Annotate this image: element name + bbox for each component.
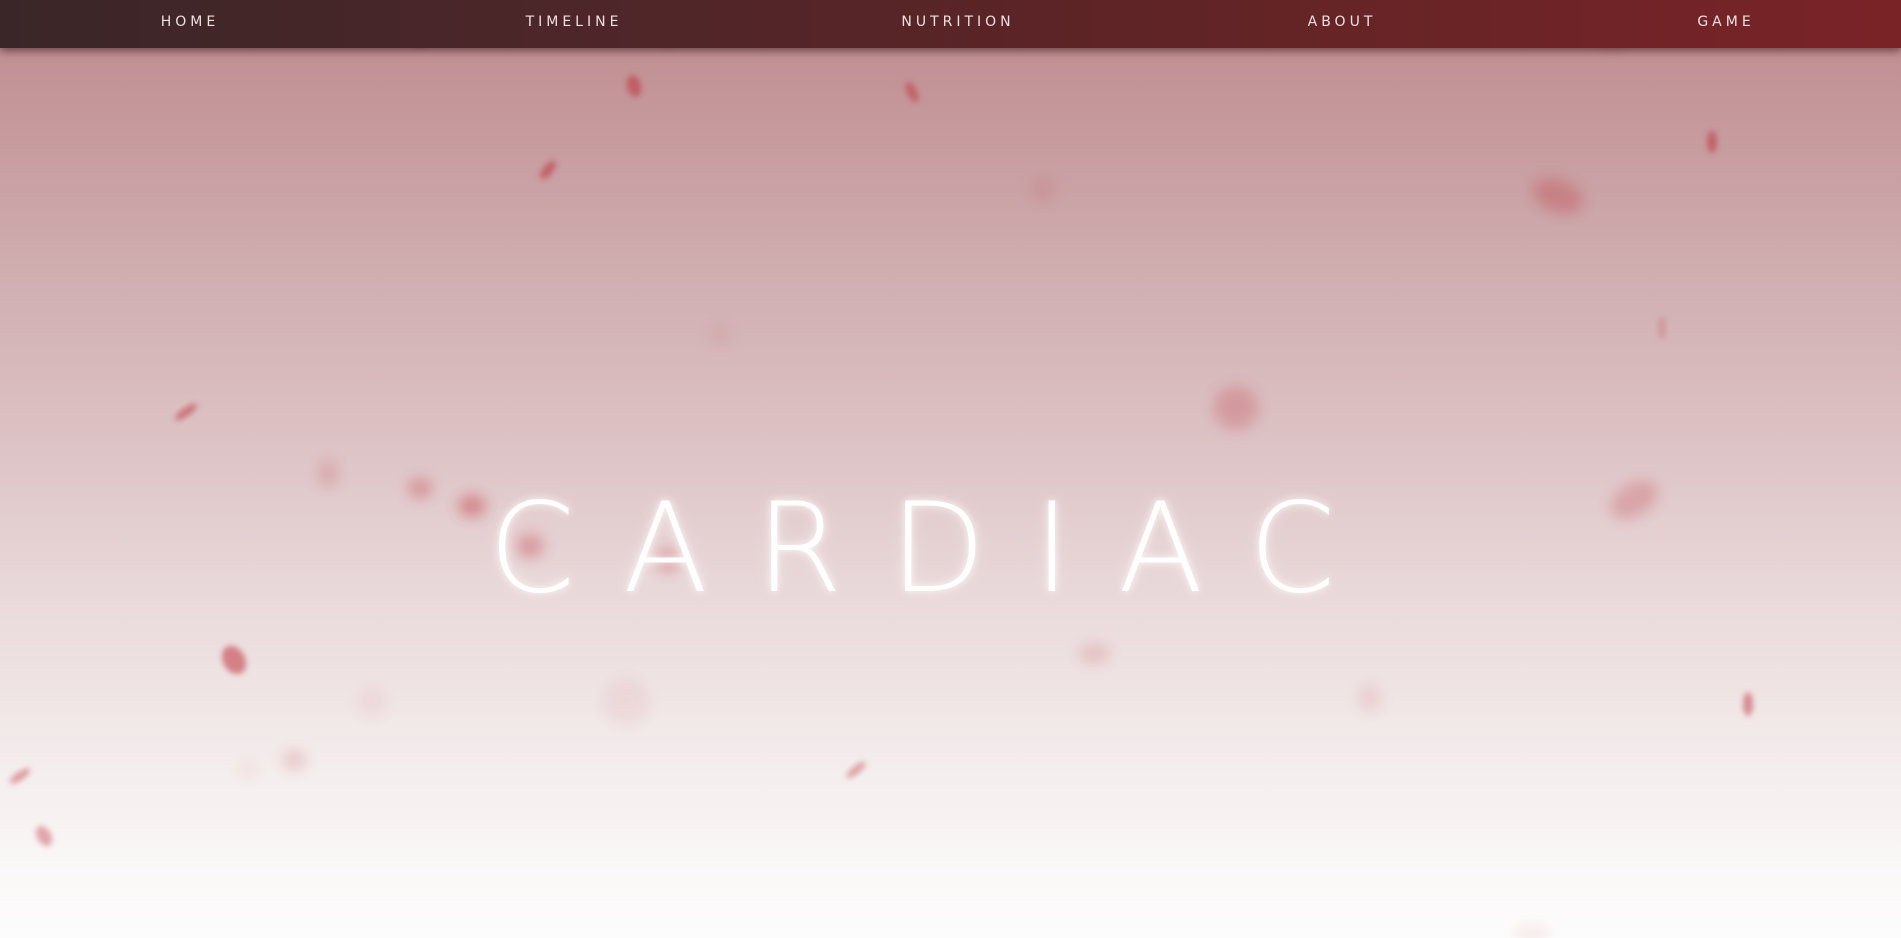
- nav-link-nutrition[interactable]: NUTRITION: [901, 14, 1014, 30]
- petal: [1214, 386, 1258, 430]
- nav-link-home[interactable]: HOME: [161, 14, 219, 30]
- petal: [626, 75, 642, 97]
- petal: [1658, 316, 1666, 340]
- petal: [175, 403, 197, 421]
- petal: [1358, 684, 1382, 712]
- petal: [708, 324, 732, 344]
- petal: [408, 478, 432, 498]
- petal: [1743, 692, 1753, 716]
- nav-link-game[interactable]: GAME: [1697, 14, 1754, 30]
- petal: [1078, 644, 1110, 664]
- petal: [1532, 178, 1584, 214]
- petal: [318, 460, 338, 488]
- petal: [356, 686, 388, 718]
- nav-link-timeline[interactable]: TIMELINE: [526, 14, 623, 30]
- falling-petals-decoration: [9, 9, 1753, 938]
- hero-title: CARDIAC: [488, 477, 1384, 622]
- petal: [35, 825, 53, 847]
- petal: [9, 768, 31, 784]
- petal: [602, 678, 650, 726]
- top-navigation-bar: HOME TIMELINE NUTRITION ABOUT GAME: [0, 0, 1901, 48]
- petal: [238, 760, 258, 780]
- petal: [539, 160, 557, 180]
- petal: [282, 750, 306, 770]
- petal: [905, 81, 919, 103]
- nav-link-about[interactable]: ABOUT: [1308, 14, 1377, 30]
- petal: [1514, 928, 1550, 938]
- petal: [221, 645, 247, 675]
- petal: [458, 495, 486, 517]
- petal: [1031, 178, 1055, 202]
- petal: [846, 761, 866, 779]
- petal: [1610, 481, 1658, 519]
- petal: [1707, 131, 1717, 153]
